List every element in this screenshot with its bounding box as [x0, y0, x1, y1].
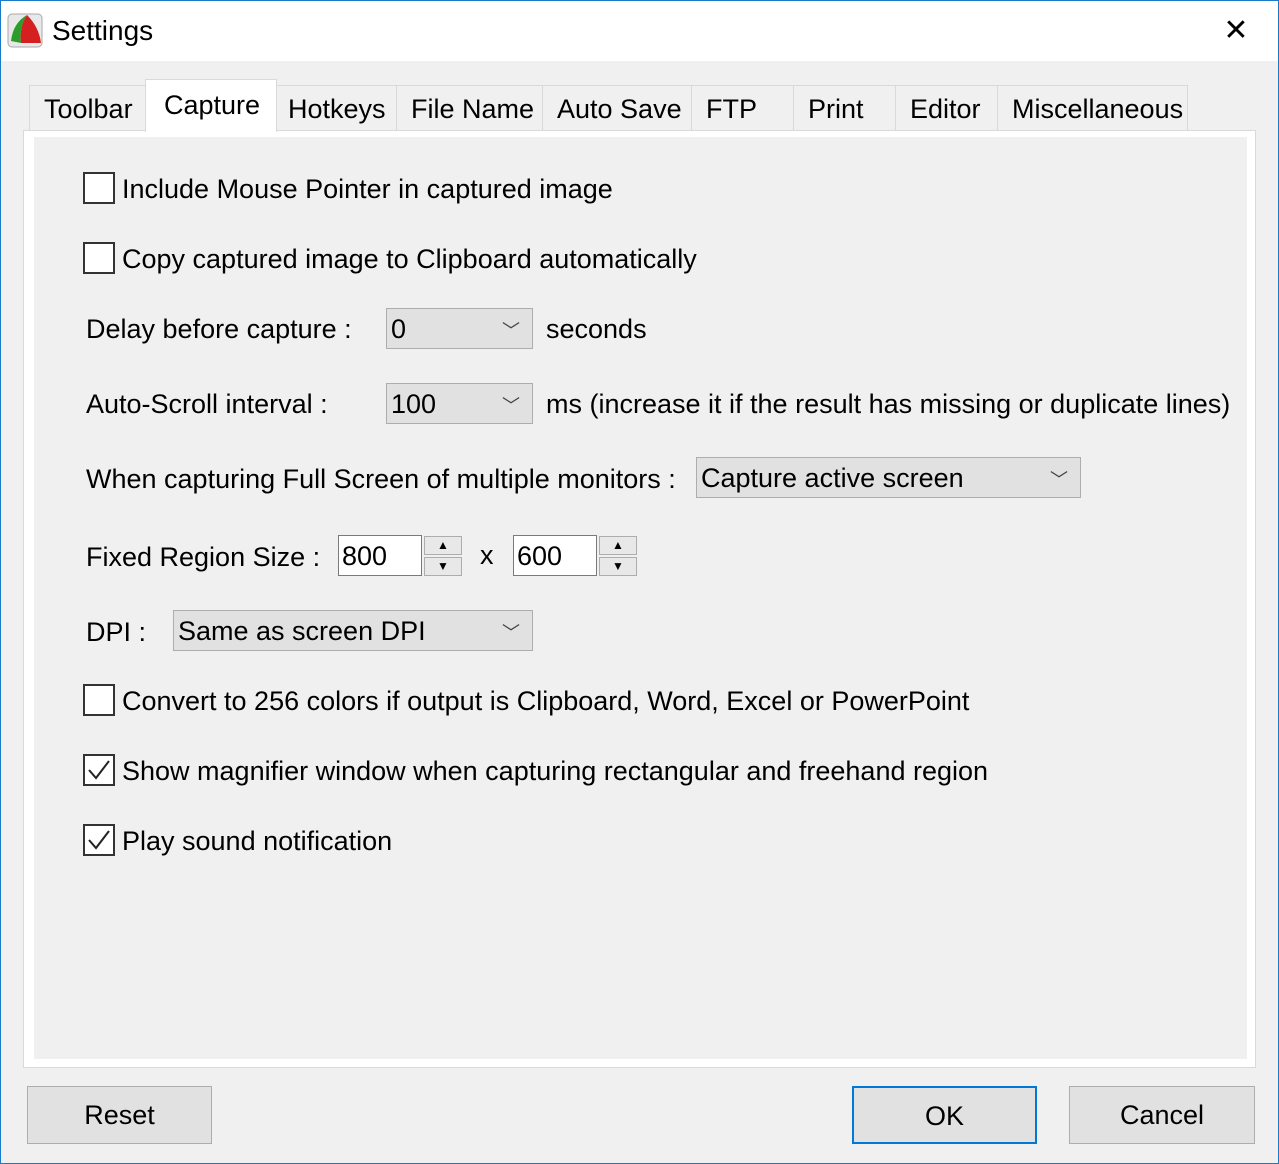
ok-button[interactable]: OK — [852, 1086, 1037, 1144]
autoscroll-unit: ms (increase it if the result has missin… — [546, 389, 1231, 419]
dpi-select[interactable]: Same as screen DPI ﹀ — [173, 610, 533, 651]
close-button[interactable]: ✕ — [1213, 11, 1259, 51]
tab-print[interactable]: Print — [793, 85, 896, 131]
dpi-label: DPI : — [86, 617, 147, 647]
tab-miscellaneous[interactable]: Miscellaneous — [997, 85, 1188, 131]
region-width-input[interactable]: 800 — [338, 535, 422, 576]
arrow-up-icon[interactable]: ▲ — [424, 536, 462, 555]
multi-monitor-value: Capture active screen — [701, 463, 964, 493]
tab-toolbar[interactable]: Toolbar — [29, 85, 146, 131]
title-bar: Settings ✕ — [1, 1, 1278, 61]
delay-value: 0 — [391, 314, 407, 344]
magnifier-checkbox[interactable] — [83, 754, 115, 786]
include-mouse-label: Include Mouse Pointer in captured image — [122, 174, 613, 204]
tab-editor[interactable]: Editor — [895, 85, 998, 131]
app-icon — [7, 13, 43, 48]
region-width-stepper[interactable]: ▲ ▼ — [424, 536, 462, 576]
chevron-down-icon: ﹀ — [502, 623, 520, 643]
size-separator: x — [480, 540, 494, 570]
tab-ftp[interactable]: FTP — [691, 85, 794, 131]
reset-button[interactable]: Reset — [27, 1086, 212, 1144]
cancel-button[interactable]: Cancel — [1069, 1086, 1255, 1144]
autoscroll-label: Auto-Scroll interval : — [86, 389, 328, 419]
checkmark-icon — [88, 760, 110, 780]
tab-auto-save[interactable]: Auto Save — [542, 85, 692, 131]
delay-unit: seconds — [546, 314, 647, 344]
tab-file-name[interactable]: File Name — [396, 85, 543, 131]
autoscroll-select[interactable]: 100 ﹀ — [386, 383, 533, 424]
include-mouse-checkbox[interactable] — [83, 172, 115, 204]
tab-hotkeys[interactable]: Hotkeys — [276, 85, 397, 131]
autoscroll-value: 100 — [391, 389, 437, 419]
tab-capture[interactable]: Capture — [145, 79, 277, 132]
copy-clipboard-label: Copy captured image to Clipboard automat… — [122, 244, 697, 274]
convert256-label: Convert to 256 colors if output is Clipb… — [122, 686, 970, 716]
arrow-up-icon[interactable]: ▲ — [599, 536, 637, 555]
window-title: Settings — [52, 15, 154, 46]
chevron-down-icon: ﹀ — [502, 321, 520, 341]
arrow-down-icon[interactable]: ▼ — [599, 557, 637, 576]
sound-checkbox[interactable] — [83, 824, 115, 856]
arrow-down-icon[interactable]: ▼ — [424, 557, 462, 576]
copy-clipboard-checkbox[interactable] — [83, 242, 115, 274]
checkmark-icon — [88, 830, 110, 850]
sound-label: Play sound notification — [122, 826, 393, 856]
multi-monitor-label: When capturing Full Screen of multiple m… — [86, 464, 676, 494]
fixed-region-label: Fixed Region Size : — [86, 542, 321, 572]
convert256-checkbox[interactable] — [83, 684, 115, 716]
dpi-value: Same as screen DPI — [178, 616, 426, 646]
chevron-down-icon: ﹀ — [1050, 470, 1068, 490]
chevron-down-icon: ﹀ — [502, 396, 520, 416]
magnifier-label: Show magnifier window when capturing rec… — [122, 756, 989, 786]
delay-select[interactable]: 0 ﹀ — [386, 308, 533, 349]
region-height-input[interactable]: 600 — [513, 535, 597, 576]
delay-label: Delay before capture : — [86, 314, 352, 344]
region-height-stepper[interactable]: ▲ ▼ — [599, 536, 637, 576]
multi-monitor-select[interactable]: Capture active screen ﹀ — [696, 457, 1081, 498]
